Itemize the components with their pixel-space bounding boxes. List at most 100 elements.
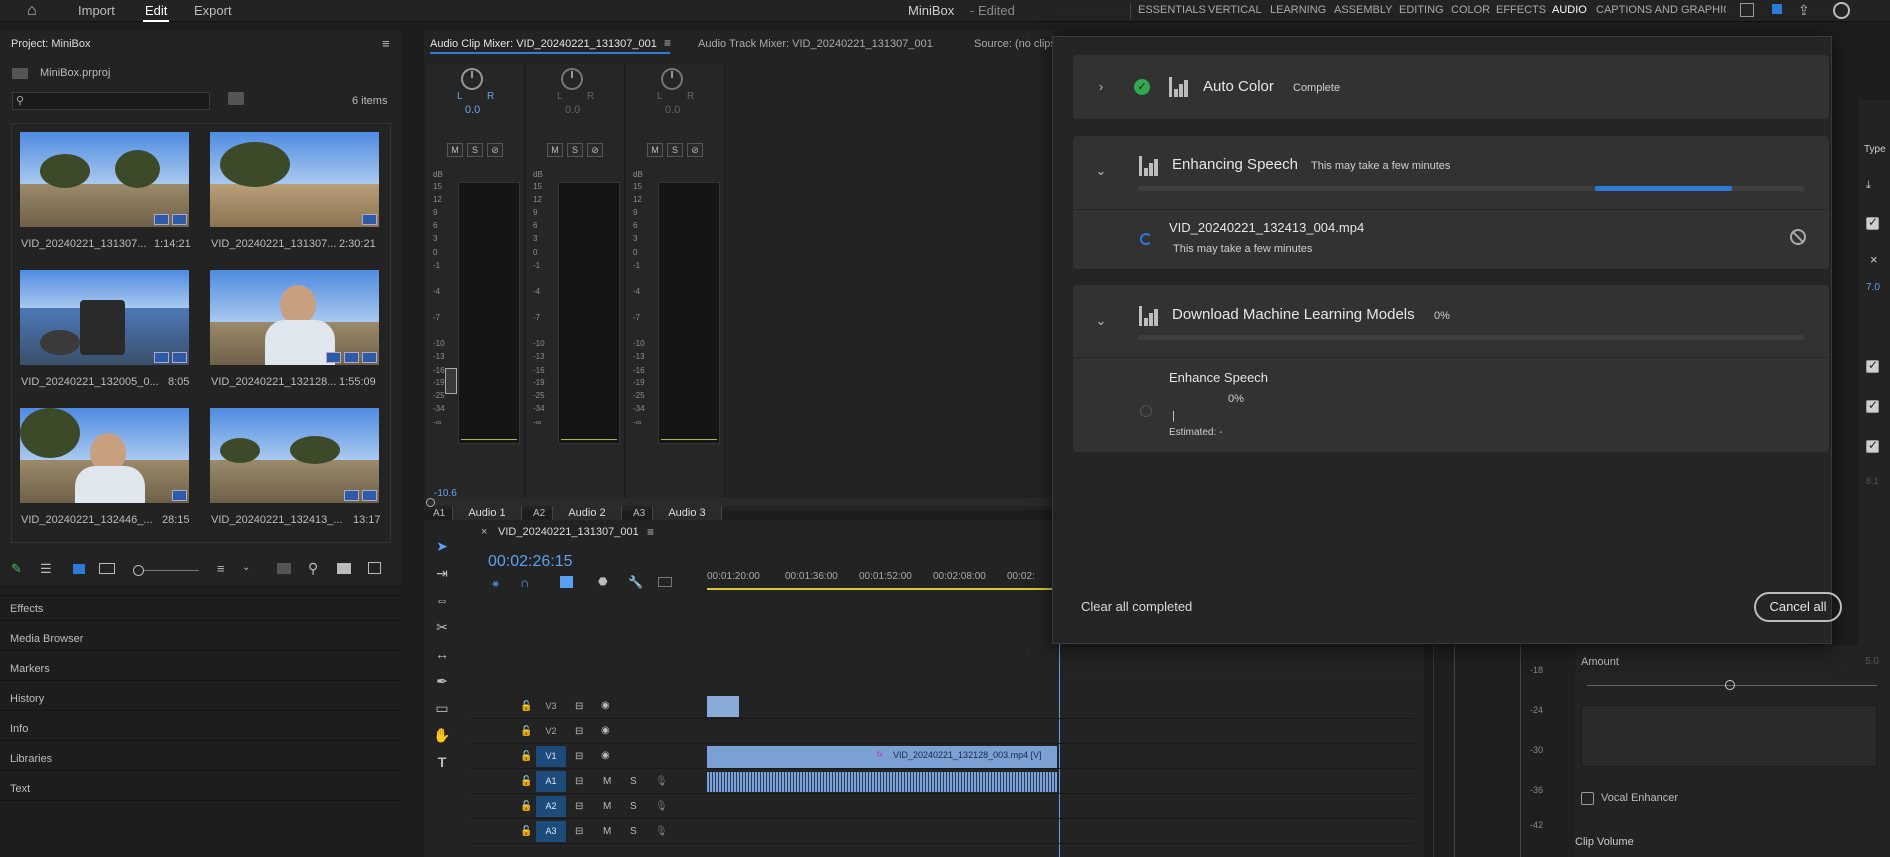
tab-export[interactable]: Export — [194, 3, 232, 18]
close-icon[interactable]: × — [481, 526, 487, 538]
workspace-tab[interactable]: ASSEMBLY — [1334, 4, 1393, 16]
track-v2[interactable]: V2 🔓 ⊟ ◉ — [470, 721, 1415, 744]
find-icon[interactable]: ⚲ — [308, 560, 318, 577]
amount-value[interactable]: 5.0 — [1865, 656, 1879, 667]
pen-tool-icon[interactable]: ✒ — [432, 673, 452, 693]
panel-text[interactable]: Text — [10, 783, 30, 795]
pan-knob[interactable] — [561, 68, 583, 90]
mute-button[interactable]: M — [447, 143, 463, 157]
solo-track-button[interactable]: S — [630, 801, 637, 812]
new-bin-icon[interactable] — [228, 92, 244, 105]
rectangle-tool-icon[interactable]: ▭ — [432, 700, 452, 720]
slip-tool-icon[interactable]: ↔ — [432, 646, 452, 666]
snap-icon[interactable]: ⚹ — [492, 576, 499, 591]
pan-knob[interactable] — [661, 68, 683, 90]
panel-info[interactable]: Info — [10, 723, 28, 735]
clip-thumbnail[interactable] — [20, 270, 189, 365]
progress-indicator-icon[interactable] — [1833, 2, 1850, 19]
chevron-down-icon[interactable]: ⌄ — [1093, 313, 1109, 329]
track-label[interactable]: A1 — [536, 771, 566, 792]
checkbox[interactable] — [1866, 438, 1879, 453]
clear-all-completed-button[interactable]: Clear all completed — [1081, 599, 1192, 614]
pan-value[interactable]: 0.0 — [465, 104, 480, 116]
panel-libraries[interactable]: Libraries — [10, 753, 52, 765]
workspace-menu-icon[interactable] — [1740, 3, 1754, 17]
tab-audio-clip-mixer[interactable]: Audio Clip Mixer: VID_20240221_131307_00… — [430, 38, 657, 50]
value-readout[interactable]: 7.0 — [1866, 282, 1880, 293]
download-icon[interactable]: ⤓ — [1866, 179, 1871, 192]
solo-button[interactable]: S — [567, 143, 583, 157]
tab-edit[interactable]: Edit — [145, 3, 167, 18]
list-view-icon[interactable]: ☰ — [40, 561, 52, 577]
mic-icon[interactable]: 🎙 — [655, 826, 668, 837]
panel-media-browser[interactable]: Media Browser — [10, 633, 83, 645]
type-tool-icon[interactable]: T — [432, 754, 452, 774]
lock-icon[interactable]: 🔓 — [520, 726, 532, 737]
track-label[interactable]: V1 — [536, 746, 566, 767]
linked-selection-icon[interactable]: ∩ — [520, 575, 529, 590]
mute-track-button[interactable]: M — [603, 801, 611, 812]
marker-icon[interactable]: ⬣ — [598, 575, 608, 588]
track-select-tool-icon[interactable]: ⇥ — [432, 565, 452, 585]
zoom-slider[interactable] — [144, 570, 199, 571]
mixer-scrollbar[interactable] — [426, 498, 1051, 506]
pan-value[interactable]: 0.0 — [565, 104, 580, 116]
sync-lock-icon[interactable]: ⊟ — [575, 701, 583, 712]
sync-lock-icon[interactable]: ⊟ — [575, 776, 583, 787]
mute-track-button[interactable]: M — [603, 826, 611, 837]
selection-tool-icon[interactable]: ➤ — [432, 538, 452, 558]
workspace-tab[interactable]: EDITING — [1399, 4, 1444, 16]
notification-badge-icon[interactable] — [1772, 4, 1782, 14]
home-icon[interactable]: ⌂ — [27, 2, 37, 20]
amount-slider-handle[interactable] — [1725, 680, 1735, 690]
solo-button[interactable]: S — [467, 143, 483, 157]
lock-icon[interactable]: 🔓 — [520, 801, 532, 812]
eye-icon[interactable]: ◉ — [601, 750, 610, 761]
freeform-view-icon[interactable] — [99, 563, 115, 574]
wrench-icon[interactable]: 🔧 — [628, 575, 643, 589]
volume-fader[interactable] — [445, 368, 457, 394]
tab-source[interactable]: Source: (no clips) — [974, 38, 1060, 50]
panel-markers[interactable]: Markers — [10, 663, 50, 675]
chevron-right-icon[interactable]: › — [1093, 79, 1109, 95]
new-item-icon[interactable] — [368, 562, 381, 574]
track-a1[interactable]: A1 🔓 ⊟ M S 🎙 — [470, 771, 1415, 794]
workspace-tab[interactable]: EFFECTS — [1496, 4, 1546, 16]
workspace-tab[interactable]: VERTICAL — [1208, 4, 1262, 16]
record-button[interactable]: ⊘ — [487, 143, 503, 157]
sync-lock-icon[interactable]: ⊟ — [575, 826, 583, 837]
sequence-tab[interactable]: VID_20240221_131307_001 — [498, 526, 639, 538]
vocal-enhancer-checkbox[interactable] — [1581, 792, 1594, 805]
track-label[interactable]: V3 — [536, 696, 566, 717]
panel-menu-icon[interactable]: ≡ — [647, 525, 654, 539]
video-clip[interactable]: fx VID_20240221_132128_003.mp4 [V] — [707, 746, 1057, 768]
ripple-edit-tool-icon[interactable]: ⇔ — [432, 592, 452, 612]
playhead-timecode[interactable]: 00:02:26:15 — [488, 553, 573, 571]
record-button[interactable]: ⊘ — [587, 143, 603, 157]
write-icon[interactable]: ✎ — [11, 561, 22, 577]
workspace-tab[interactable]: LEARNING — [1270, 4, 1326, 16]
close-icon[interactable]: × — [1870, 252, 1878, 267]
mic-icon[interactable]: 🎙 — [655, 776, 668, 787]
tab-import[interactable]: Import — [78, 3, 115, 18]
clip-thumbnail[interactable] — [210, 408, 379, 503]
track-a3[interactable]: A3 🔓 ⊟ M S 🎙 — [470, 821, 1415, 844]
clip-thumbnail[interactable] — [20, 132, 189, 227]
pan-knob[interactable] — [461, 68, 483, 90]
solo-track-button[interactable]: S — [630, 826, 637, 837]
cancel-all-button[interactable]: Cancel all — [1754, 592, 1842, 622]
icon-view-icon[interactable] — [73, 564, 85, 574]
audio-clip-waveform[interactable] — [707, 772, 1057, 792]
track-v1[interactable]: V1 🔓 ⊟ ◉ fx VID_20240221_132128_003.mp4 … — [470, 746, 1415, 769]
sort-icon[interactable]: ≡ — [217, 561, 225, 576]
project-panel-title[interactable]: Project: MiniBox — [11, 38, 90, 50]
panel-menu-icon[interactable]: ≡ — [382, 36, 390, 51]
track-v3[interactable]: V3 🔓 ⊟ ◉ — [470, 696, 1415, 719]
workspace-tab[interactable]: COLOR — [1451, 4, 1490, 16]
zoom-slider-handle[interactable] — [133, 565, 144, 576]
sync-lock-icon[interactable]: ⊟ — [575, 801, 583, 812]
captions-icon[interactable] — [658, 577, 672, 587]
clip-thumbnail[interactable] — [20, 408, 189, 503]
cancel-icon[interactable] — [1790, 229, 1806, 245]
lock-icon[interactable]: 🔓 — [520, 826, 532, 837]
